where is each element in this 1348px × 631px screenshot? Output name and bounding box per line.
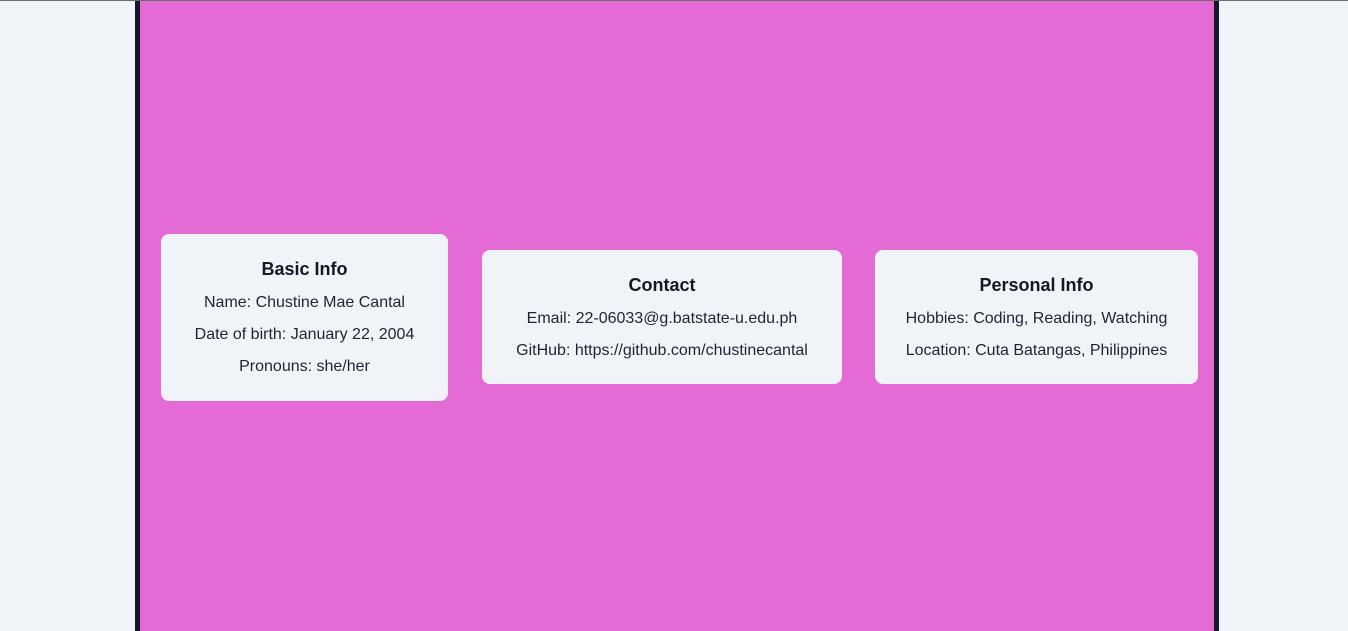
personal-info-card: Personal Info Hobbies: Coding, Reading, … [875,250,1198,384]
basic-info-card: Basic Info Name: Chustine Mae Cantal Dat… [161,234,448,401]
contact-card: Contact Email: 22-06033@g.batstate-u.edu… [482,250,842,384]
pronouns-text: Pronouns: she/her [239,358,370,375]
github-text: GitHub: https://github.com/chustinecanta… [516,342,808,359]
hobbies-text: Hobbies: Coding, Reading, Watching [905,310,1168,327]
location-text: Location: Cuta Batangas, Philippines [905,342,1168,359]
personal-info-title: Personal Info [979,275,1094,295]
email-text: Email: 22-06033@g.batstate-u.edu.ph [526,310,798,327]
basic-info-title: Basic Info [261,259,348,279]
name-text: Name: Chustine Mae Cantal [204,294,405,311]
main-panel: Basic Info Name: Chustine Mae Cantal Dat… [135,1,1219,631]
dob-text: Date of birth: January 22, 2004 [194,326,415,343]
contact-title: Contact [628,275,696,295]
